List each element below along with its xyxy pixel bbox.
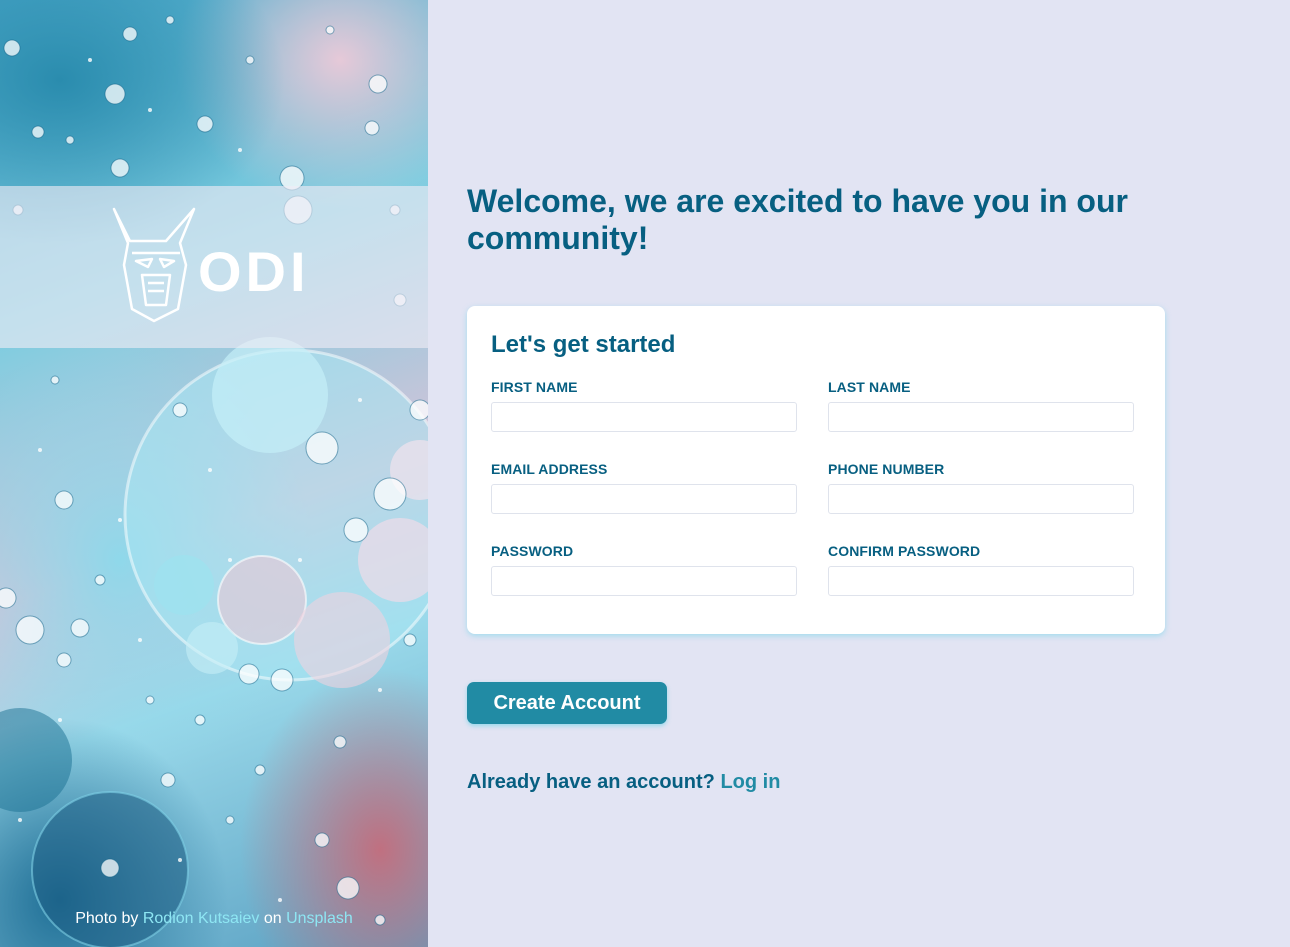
- signup-form-card: Let's get started FIRST NAME LAST NAME E…: [467, 306, 1165, 634]
- photographer-link[interactable]: Rodion Kutsaiev: [143, 910, 260, 927]
- password-label: PASSWORD: [491, 543, 574, 559]
- hero-image-panel: ODIN Photo by Rodion Kutsaiev on Unsplas…: [0, 0, 428, 947]
- password-group: PASSWORD: [491, 543, 797, 596]
- water-bubbles-background: [0, 15, 428, 947]
- login-prompt: Already have an account? Log in: [467, 771, 780, 794]
- last-name-input[interactable]: [828, 402, 1134, 432]
- confirm-password-input[interactable]: [828, 566, 1134, 596]
- email-input[interactable]: [491, 484, 797, 514]
- photo-credit: Photo by Rodion Kutsaiev on Unsplash: [0, 910, 428, 928]
- password-input[interactable]: [491, 566, 797, 596]
- phone-label: PHONE NUMBER: [828, 461, 945, 477]
- login-prompt-text: Already have an account?: [467, 771, 715, 793]
- create-account-button[interactable]: Create Account: [467, 682, 667, 724]
- email-label: EMAIL ADDRESS: [491, 461, 608, 477]
- form-title: Let's get started: [491, 331, 676, 358]
- last-name-group: LAST NAME: [828, 379, 1134, 432]
- login-link[interactable]: Log in: [720, 771, 780, 793]
- confirm-password-group: CONFIRM PASSWORD: [828, 543, 1134, 596]
- welcome-heading: Welcome, we are excited to have you in o…: [467, 183, 1128, 256]
- last-name-label: LAST NAME: [828, 379, 911, 395]
- confirm-password-label: CONFIRM PASSWORD: [828, 543, 981, 559]
- form-grid: FIRST NAME LAST NAME EMAIL ADDRESS PHONE…: [491, 379, 1141, 596]
- credit-middle: on: [263, 910, 282, 927]
- logo-text: ODIN: [198, 240, 308, 303]
- phone-input[interactable]: [828, 484, 1134, 514]
- phone-group: PHONE NUMBER: [828, 461, 1134, 514]
- first-name-input[interactable]: [491, 402, 797, 432]
- first-name-label: FIRST NAME: [491, 379, 578, 395]
- odin-viking-helmet-icon: ODIN: [112, 207, 308, 323]
- unsplash-link[interactable]: Unsplash: [286, 910, 353, 927]
- email-group: EMAIL ADDRESS: [491, 461, 797, 514]
- first-name-group: FIRST NAME: [491, 379, 797, 432]
- credit-prefix: Photo by: [75, 910, 139, 927]
